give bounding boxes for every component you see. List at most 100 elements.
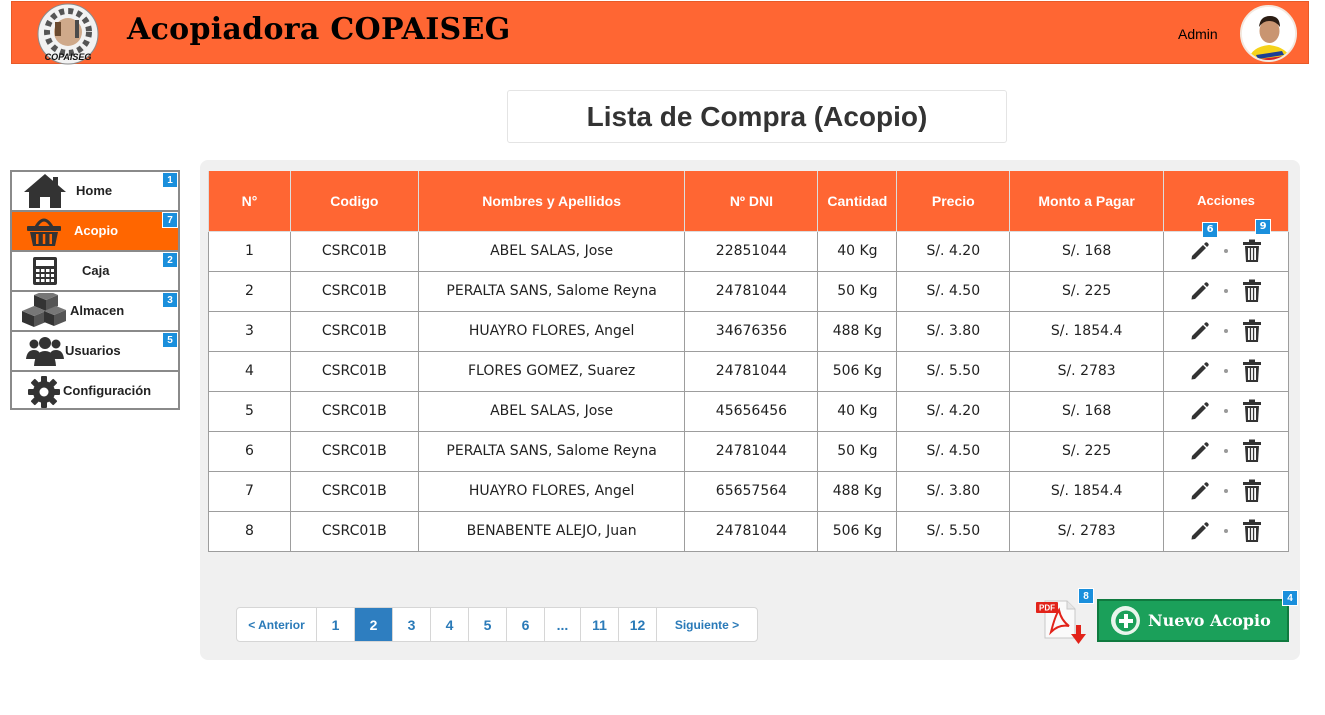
column-header[interactable]: Nº DNI xyxy=(684,171,819,232)
page-button[interactable]: 4 xyxy=(431,608,469,641)
cell-monto: S/. 168 xyxy=(1009,230,1165,272)
delete-icon[interactable] xyxy=(1242,239,1262,263)
next-page-button[interactable]: Siguiente > xyxy=(657,608,757,641)
table-row[interactable]: 7 CSRC01B HUAYRO FLORES, Angel 65657564 488 … xyxy=(208,470,1289,512)
delete-icon[interactable] xyxy=(1242,439,1262,463)
delete-badge: 9 xyxy=(1255,218,1272,235)
delete-icon[interactable] xyxy=(1242,359,1262,383)
sidebar-item-home[interactable]: Home 1 xyxy=(10,170,180,210)
user-avatar[interactable] xyxy=(1240,5,1297,62)
table-row[interactable]: 1 CSRC01B ABEL SALAS, Jose 22851044 40 Kg S/.… xyxy=(208,218,1289,272)
new-acopio-label: Nuevo Acopio xyxy=(1148,611,1271,630)
page-button[interactable]: 2 xyxy=(355,608,393,641)
sidebar-item-configuracion[interactable]: Configuración xyxy=(10,370,180,410)
edit-icon[interactable] xyxy=(1190,401,1210,421)
gear-icon xyxy=(28,376,60,411)
separator-dot xyxy=(1224,289,1229,293)
separator-dot xyxy=(1224,489,1229,493)
delete-icon[interactable] xyxy=(1242,519,1262,543)
column-header[interactable]: Monto a Pagar xyxy=(1009,171,1165,232)
cell-n: 4 xyxy=(208,350,291,392)
cell-cantidad: 488 Kg xyxy=(817,470,898,512)
pdf-download-button[interactable]: PDF 8 xyxy=(1035,588,1094,646)
cell-cantidad: 40 Kg xyxy=(817,230,898,272)
page-button[interactable]: 11 xyxy=(581,608,619,641)
cell-actions xyxy=(1163,430,1289,472)
cell-actions xyxy=(1163,510,1289,552)
cell-precio: S/. 5.50 xyxy=(896,510,1011,552)
edit-icon[interactable] xyxy=(1190,241,1210,261)
table-row[interactable]: 4 CSRC01B FLORES GOMEZ, Suarez 24781044 506 … xyxy=(208,350,1289,392)
cell-monto: S/. 225 xyxy=(1009,270,1165,312)
cell-monto: S/. 1854.4 xyxy=(1009,310,1165,352)
page-button[interactable]: 12 xyxy=(619,608,657,641)
cell-n: 5 xyxy=(208,390,291,432)
new-acopio-badge: 4 xyxy=(1282,590,1298,606)
page-button[interactable]: 5 xyxy=(469,608,507,641)
logo-text: COPAISEG xyxy=(45,52,92,62)
app-header: COPAISEG Acopiadora COPAISEG Admin xyxy=(11,1,1309,65)
column-header[interactable]: Cantidad xyxy=(817,171,898,232)
column-header[interactable]: Codigo xyxy=(289,171,419,232)
cell-n: 1 xyxy=(208,230,291,272)
sidebar-item-usuarios[interactable]: Usuarios 5 xyxy=(10,330,180,370)
cell-n: 8 xyxy=(208,510,291,552)
sidebar-item-acopio[interactable]: Acopio 7 xyxy=(10,210,180,250)
table-header-row: N° Codigo Nombres y Apellidos Nº DNI Can… xyxy=(208,171,1289,232)
cell-precio: S/. 3.80 xyxy=(896,470,1011,512)
edit-icon[interactable] xyxy=(1190,441,1210,461)
separator-dot xyxy=(1224,369,1229,373)
delete-icon[interactable] xyxy=(1242,279,1262,303)
edit-icon[interactable] xyxy=(1190,281,1210,301)
page-button[interactable]: 3 xyxy=(393,608,431,641)
cell-precio: S/. 5.50 xyxy=(896,350,1011,392)
cell-codigo: CSRC01B xyxy=(289,390,419,432)
page-button[interactable]: 6 xyxy=(507,608,545,641)
cell-monto: S/. 168 xyxy=(1009,390,1165,432)
edit-icon[interactable] xyxy=(1190,521,1210,541)
cell-nombre: FLORES GOMEZ, Suarez xyxy=(417,350,686,392)
page-button[interactable]: ... xyxy=(545,608,581,641)
sidebar-item-label: Caja xyxy=(82,263,110,278)
cell-precio: S/. 4.20 xyxy=(896,230,1011,272)
column-header[interactable]: Precio xyxy=(896,171,1011,232)
delete-icon[interactable] xyxy=(1242,319,1262,343)
cell-precio: S/. 3.80 xyxy=(896,310,1011,352)
table-row[interactable]: 2 CSRC01B PERALTA SANS, Salome Reyna 247810… xyxy=(208,270,1289,312)
boxes-icon xyxy=(20,290,68,332)
sidebar-badge: 5 xyxy=(162,332,178,348)
edit-icon[interactable] xyxy=(1190,361,1210,381)
cell-cantidad: 488 Kg xyxy=(817,310,898,352)
sidebar-item-almacen[interactable]: Almacen 3 xyxy=(10,290,180,330)
page-button[interactable]: 1 xyxy=(317,608,355,641)
calculator-icon xyxy=(32,256,58,289)
svg-text:PDF: PDF xyxy=(1039,604,1055,613)
sidebar: Home 1 Acopio 7 Caja 2 Almacen 3 Usuario… xyxy=(10,170,180,410)
sidebar-badge: 1 xyxy=(162,172,178,188)
sidebar-item-caja[interactable]: Caja 2 xyxy=(10,250,180,290)
delete-icon[interactable] xyxy=(1242,399,1262,423)
sidebar-badge: 7 xyxy=(162,212,178,228)
cell-codigo: CSRC01B xyxy=(289,350,419,392)
delete-icon[interactable] xyxy=(1242,479,1262,503)
table-row[interactable]: 3 CSRC01B HUAYRO FLORES, Angel 34676356 488 … xyxy=(208,310,1289,352)
table-row[interactable]: 5 CSRC01B ABEL SALAS, Jose 45656456 40 Kg S/.… xyxy=(208,390,1289,432)
cell-actions xyxy=(1163,310,1289,352)
separator-dot xyxy=(1224,329,1229,333)
users-icon xyxy=(26,335,64,370)
company-logo[interactable]: COPAISEG xyxy=(35,2,101,65)
separator-dot xyxy=(1224,529,1229,533)
cell-n: 6 xyxy=(208,430,291,472)
new-acopio-button[interactable]: Nuevo Acopio 4 xyxy=(1097,590,1298,642)
user-name[interactable]: Admin xyxy=(1178,26,1218,42)
sidebar-item-label: Home xyxy=(76,183,113,198)
sidebar-item-label: Acopio xyxy=(74,223,119,238)
table-row[interactable]: 6 CSRC01B PERALTA SANS, Salome Reyna 247810… xyxy=(208,430,1289,472)
column-header[interactable]: Nombres y Apellidos xyxy=(417,171,686,232)
prev-page-button[interactable]: < Anterior xyxy=(237,608,317,641)
column-header[interactable]: N° xyxy=(208,171,291,232)
page-title: Lista de Compra (Acopio) xyxy=(586,100,928,132)
edit-icon[interactable] xyxy=(1190,481,1210,501)
edit-icon[interactable] xyxy=(1190,321,1210,341)
table-row[interactable]: 8 CSRC01B BENABENTE ALEJO, Juan 24781044 506… xyxy=(208,510,1289,552)
